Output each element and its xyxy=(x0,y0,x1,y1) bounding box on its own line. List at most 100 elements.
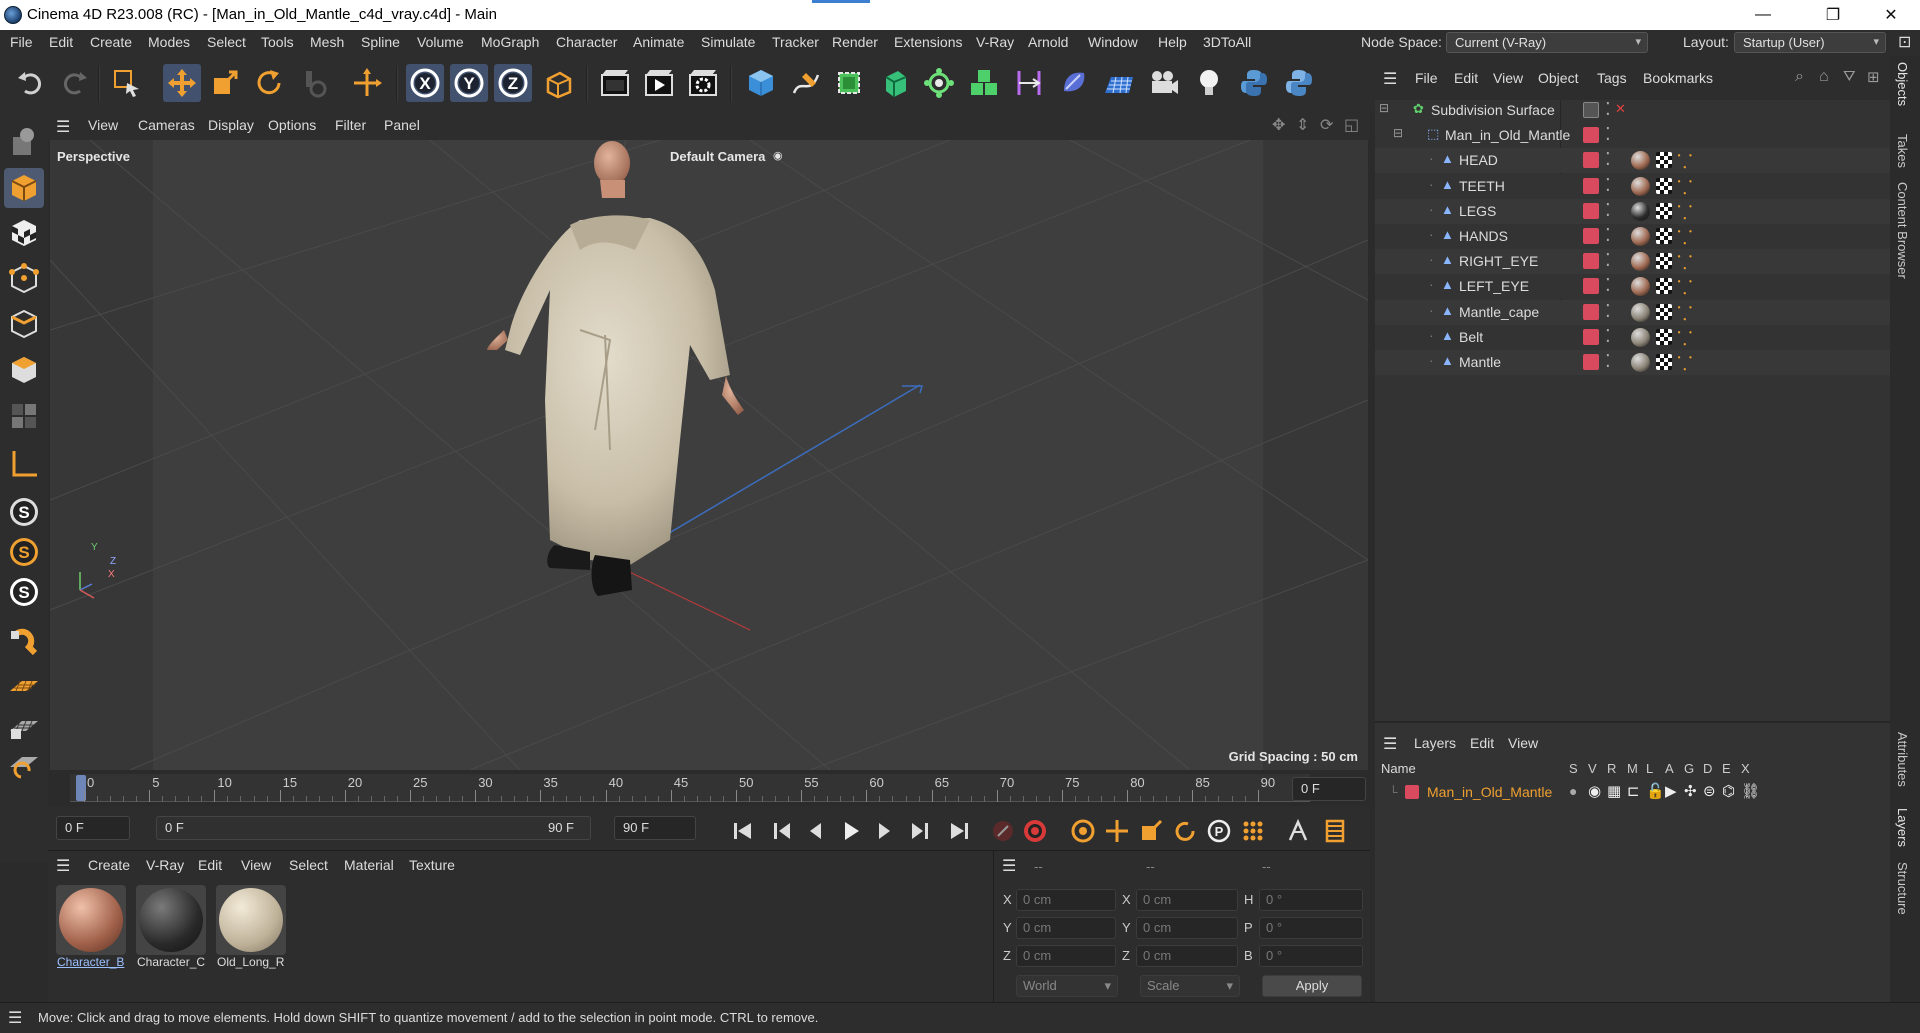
hamburger-menu-icon[interactable]: ☰ xyxy=(1383,734,1397,754)
menu-vray[interactable]: V-Ray xyxy=(976,34,1014,50)
layer-name[interactable]: Man_in_Old_Mantle xyxy=(1427,784,1552,800)
material-swatch[interactable]: Old_Long_R xyxy=(214,885,288,977)
redo-icon[interactable] xyxy=(55,64,93,102)
menu-character[interactable]: Character xyxy=(556,34,617,50)
viewport-menu-panel[interactable]: Panel xyxy=(384,117,420,133)
coordinate-system-icon[interactable] xyxy=(540,64,578,102)
layer-color-swatch[interactable] xyxy=(1583,228,1599,244)
edit-toggle-icon[interactable] xyxy=(1583,102,1599,118)
viewport-menu-filter[interactable]: Filter xyxy=(335,117,366,133)
menu-window[interactable]: Window xyxy=(1088,34,1138,50)
uvw-tag-icon[interactable] xyxy=(1656,253,1672,270)
viewport-menu-options[interactable]: Options xyxy=(268,117,316,133)
object-menu-file[interactable]: File xyxy=(1415,70,1438,86)
visibility-dots-icon[interactable]: ⁚ xyxy=(1605,326,1611,347)
layer-color-swatch[interactable] xyxy=(1583,253,1599,270)
material-tag-icon[interactable] xyxy=(1631,201,1650,221)
expand-collapse-icon[interactable]: ⊟ xyxy=(1379,101,1389,115)
menu-render[interactable]: Render xyxy=(832,34,878,50)
material-tag-icon[interactable] xyxy=(1631,302,1650,322)
menu-mograph[interactable]: MoGraph xyxy=(481,34,539,50)
filter-icon[interactable]: ⛛ xyxy=(1843,68,1856,85)
motion-tracking-icon[interactable] xyxy=(1284,816,1314,846)
key-point-level-icon[interactable] xyxy=(1238,816,1268,846)
phong-tag-icon[interactable]: ⸪ xyxy=(1677,224,1693,250)
minimize-button[interactable]: — xyxy=(1740,0,1786,30)
menu-3dtoall[interactable]: 3DToAll xyxy=(1203,34,1251,50)
pos-z-field[interactable]: 0 cm xyxy=(1016,945,1116,967)
object-menu-view[interactable]: View xyxy=(1493,70,1523,86)
size-y-field[interactable]: 0 cm xyxy=(1136,917,1238,939)
layer-color-swatch[interactable] xyxy=(1583,202,1599,219)
x-axis-lock-icon[interactable]: X xyxy=(406,64,444,102)
viewport-menu-display[interactable]: Display xyxy=(208,117,254,133)
object-name[interactable]: LEGS xyxy=(1459,203,1496,219)
workplane-rotate-icon[interactable] xyxy=(4,746,44,786)
object-row[interactable]: ⊟ ✿ Subdivision Surface ⁚ ✕ xyxy=(1375,98,1890,123)
lock-icon[interactable]: 🔓 xyxy=(1646,782,1665,800)
model-mode-icon[interactable] xyxy=(4,168,44,208)
material-menu-material[interactable]: Material xyxy=(344,857,394,873)
phong-tag-icon[interactable]: ⸪ xyxy=(1677,300,1693,326)
tab-attributes[interactable]: Attributes xyxy=(1895,732,1910,787)
record-keys-icon[interactable] xyxy=(988,816,1018,846)
object-name[interactable]: TEETH xyxy=(1459,178,1505,194)
previous-frame-icon[interactable] xyxy=(800,816,830,846)
size-mode-dropdown[interactable]: Scale ▾ xyxy=(1140,975,1240,997)
cloner-icon[interactable] xyxy=(920,64,958,102)
size-z-field[interactable]: 0 cm xyxy=(1136,945,1238,967)
layer-color-swatch[interactable] xyxy=(1405,785,1419,799)
preview-range-slider[interactable]: 0 F 90 F xyxy=(156,816,591,840)
phong-tag-icon[interactable]: ⸪ xyxy=(1677,325,1693,351)
object-name[interactable]: Mantle xyxy=(1459,354,1501,370)
object-name[interactable]: Subdivision Surface xyxy=(1431,102,1555,118)
tab-layers[interactable]: Layers xyxy=(1895,808,1910,847)
maximize-view-icon[interactable]: ◱ xyxy=(1344,115,1359,135)
go-to-end-icon[interactable] xyxy=(944,816,974,846)
key-rotation-icon[interactable] xyxy=(1170,816,1200,846)
viewport-menu-cameras[interactable]: Cameras xyxy=(138,117,195,133)
pan-view-icon[interactable]: ✥ xyxy=(1272,115,1285,135)
menu-tools[interactable]: Tools xyxy=(261,34,294,50)
layer-color-swatch[interactable] xyxy=(1583,127,1599,144)
layer-color-swatch[interactable] xyxy=(1583,152,1599,169)
object-name[interactable]: Belt xyxy=(1459,329,1483,345)
object-row[interactable]: · ▲ Mantle_cape ⁚ ⸪ xyxy=(1375,299,1890,326)
render-settings-icon[interactable] xyxy=(684,64,722,102)
phong-tag-icon[interactable]: ⸪ xyxy=(1677,199,1693,225)
locked-workplane-icon[interactable] xyxy=(4,706,44,746)
previous-key-icon[interactable] xyxy=(768,816,798,846)
object-row[interactable]: · ▲ HANDS ⁚ ⸪ xyxy=(1375,224,1890,249)
play-forward-icon[interactable] xyxy=(836,816,866,846)
animation-toggle-icon[interactable]: ▶ xyxy=(1665,782,1677,800)
zoom-view-icon[interactable]: ⇕ xyxy=(1296,115,1309,135)
layer-color-swatch[interactable] xyxy=(1583,278,1599,295)
material-swatch[interactable]: Character_C xyxy=(134,885,208,977)
next-frame-icon[interactable] xyxy=(870,816,900,846)
pos-x-field[interactable]: 0 cm xyxy=(1016,889,1116,911)
field-icon[interactable] xyxy=(1055,64,1093,102)
phong-tag-icon[interactable]: ⸪ xyxy=(1677,174,1693,200)
uvw-tag-icon[interactable] xyxy=(1656,202,1672,219)
tweak-magnet-icon[interactable] xyxy=(4,620,44,660)
menu-create[interactable]: Create xyxy=(90,34,132,50)
manager-visibility-icon[interactable]: ⊏ xyxy=(1627,782,1640,800)
hamburger-menu-icon[interactable]: ☰ xyxy=(1383,69,1397,89)
uv-mode-icon[interactable] xyxy=(4,396,44,436)
y-axis-lock-icon[interactable]: Y xyxy=(450,64,488,102)
next-key-icon[interactable] xyxy=(904,816,934,846)
quantize-snap-icon[interactable]: S xyxy=(4,572,44,612)
search-icon[interactable]: ⌕ xyxy=(1795,68,1804,86)
workplane-snap-icon[interactable]: S xyxy=(4,532,44,572)
camera-object-icon[interactable] xyxy=(1145,64,1183,102)
current-frame-field[interactable]: 0 F xyxy=(1292,777,1366,801)
live-selection-icon[interactable] xyxy=(108,64,146,102)
key-position-icon[interactable] xyxy=(1102,816,1132,846)
close-button[interactable]: ✕ xyxy=(1868,0,1914,30)
visibility-dots-icon[interactable]: ⁚ xyxy=(1605,175,1611,196)
object-row[interactable]: · ▲ LEGS ⁚ ⸪ xyxy=(1375,198,1890,225)
key-scale-icon[interactable] xyxy=(1136,816,1166,846)
keyframe-selection-icon[interactable] xyxy=(1068,816,1098,846)
uvw-tag-icon[interactable] xyxy=(1656,354,1672,370)
tab-takes[interactable]: Takes xyxy=(1895,134,1910,168)
